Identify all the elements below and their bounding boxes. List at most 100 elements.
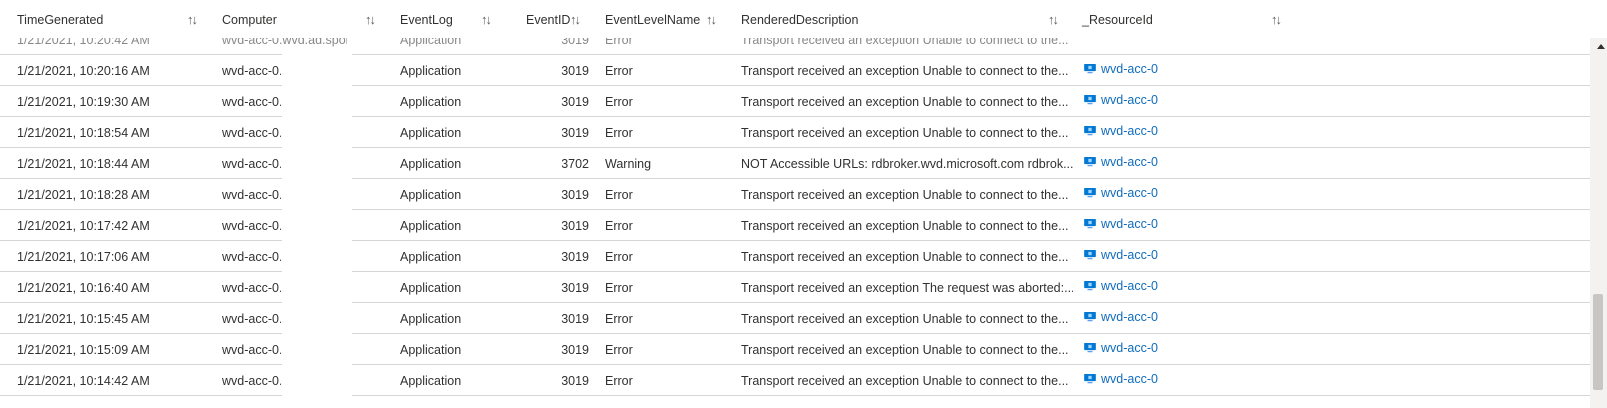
cell-eventlog: Application xyxy=(400,38,462,47)
cell-computer: wvd-acc-0. xyxy=(222,126,281,140)
cell-timegenerated: 1/21/2021, 10:18:44 AM xyxy=(17,157,150,171)
cell-eventlevelname: Warning xyxy=(605,157,652,171)
resource-link[interactable]: wvd-acc-0 xyxy=(1101,270,1221,301)
cell-computer: wvd-acc-0. xyxy=(222,219,281,233)
cell-eventlevelname: Error xyxy=(605,312,633,326)
cell-eventlevelname: Error xyxy=(605,188,633,202)
virtual-machine-icon xyxy=(1084,157,1096,167)
table-row[interactable]: 1/21/2021, 10:17:06 AM wvd-acc-0. Applicat… xyxy=(0,241,1590,272)
cell-rendereddescription: Transport received an exception The requ… xyxy=(741,281,1073,295)
cell-eventlevelname: Error xyxy=(605,38,633,47)
sort-arrows-icon[interactable]: ↑↓ xyxy=(365,12,376,27)
scrollbar-thumb[interactable] xyxy=(1593,294,1603,390)
cell-eventlevelname: Error xyxy=(605,219,633,233)
table-row[interactable]: 1/21/2021, 10:20:16 AM wvd-acc-0. Applicat… xyxy=(0,55,1590,86)
sort-arrows-icon[interactable]: ↑↓ xyxy=(1048,12,1059,27)
row-divider xyxy=(0,395,282,396)
cell-eventlog: Application xyxy=(400,126,462,140)
column-header-resourceid[interactable]: _ResourceId xyxy=(1082,0,1153,38)
cell-eventlog: Application xyxy=(400,219,462,233)
virtual-machine-icon xyxy=(1084,281,1096,291)
table-row[interactable]: 1/21/2021, 10:16:40 AM wvd-acc-0. Applicat… xyxy=(0,272,1590,303)
table-row[interactable]: 1/21/2021, 10:18:44 AM wvd-acc-0. Applicat… xyxy=(0,148,1590,179)
cell-eventlevelname: Error xyxy=(605,250,633,264)
sort-arrows-icon[interactable]: ↑↓ xyxy=(1271,12,1282,27)
cell-eventlevelname: Error xyxy=(605,95,633,109)
table-row-partial[interactable]: 1/21/2021, 10:20:42 AM wvd-acc-0.wvd.ad.… xyxy=(0,38,1590,55)
cell-eventid: 3019 xyxy=(561,281,589,295)
cell-computer: wvd-acc-0.wvd.ad.sport xyxy=(222,38,347,47)
cell-timegenerated: 1/21/2021, 10:18:54 AM xyxy=(17,126,150,140)
cell-eventid: 3019 xyxy=(561,343,589,357)
resource-link[interactable]: wvd-acc-0 xyxy=(1101,301,1221,332)
sort-arrows-icon[interactable]: ↑↓ xyxy=(187,12,198,27)
cell-eventid: 3019 xyxy=(561,188,589,202)
cell-eventlog: Application xyxy=(400,312,462,326)
resource-link[interactable]: wvd-acc-0 xyxy=(1101,208,1221,239)
cell-timegenerated: 1/21/2021, 10:18:28 AM xyxy=(17,188,150,202)
table-row[interactable]: 1/21/2021, 10:18:54 AM wvd-acc-0. Applicat… xyxy=(0,117,1590,148)
cell-eventlevelname: Error xyxy=(605,64,633,78)
resource-link[interactable]: wvd-acc-0 xyxy=(1101,363,1221,394)
cell-computer: wvd-acc-0. xyxy=(222,374,281,388)
cell-eventlog: Application xyxy=(400,281,462,295)
resource-link[interactable]: wvd-acc-0 xyxy=(1101,115,1221,146)
cell-rendereddescription: Transport received an exception Unable t… xyxy=(741,126,1069,140)
cell-eventlog: Application xyxy=(400,343,462,357)
results-grid: TimeGenerated ↑↓ Computer ↑↓ EventLog ↑↓… xyxy=(0,0,1590,408)
cell-eventlog: Application xyxy=(400,250,462,264)
sort-arrows-icon[interactable]: ↑↓ xyxy=(706,12,717,27)
cell-eventid: 3019 xyxy=(561,219,589,233)
table-row[interactable]: 1/21/2021, 10:15:09 AM wvd-acc-0. Applicat… xyxy=(0,334,1590,365)
column-header-timegenerated[interactable]: TimeGenerated xyxy=(17,0,103,38)
cell-eventid: 3702 xyxy=(561,157,589,171)
cell-eventlevelname: Error xyxy=(605,126,633,140)
column-header-computer[interactable]: Computer xyxy=(222,0,277,38)
cell-eventlog: Application xyxy=(400,188,462,202)
table-row[interactable]: 1/21/2021, 10:17:42 AM wvd-acc-0. Applicat… xyxy=(0,210,1590,241)
column-header-eventlog[interactable]: EventLog xyxy=(400,0,453,38)
resource-link[interactable]: wvd-acc-0 xyxy=(1101,177,1221,208)
cell-eventlevelname: Error xyxy=(605,281,633,295)
resource-link[interactable]: wvd-acc-0 xyxy=(1101,53,1221,84)
cell-eventlevelname: Error xyxy=(605,374,633,388)
cell-rendereddescription: NOT Accessible URLs: rdbroker.wvd.micros… xyxy=(741,157,1073,171)
cell-eventid: 3019 xyxy=(561,64,589,78)
cell-rendereddescription: Transport received an exception Unable t… xyxy=(741,64,1069,78)
cell-rendereddescription: Transport received an exception Unable t… xyxy=(741,219,1069,233)
cell-eventlevelname: Error xyxy=(605,343,633,357)
column-header-rendereddescription[interactable]: RenderedDescription xyxy=(741,0,858,38)
virtual-machine-icon xyxy=(1084,64,1096,74)
grid-header: TimeGenerated ↑↓ Computer ↑↓ EventLog ↑↓… xyxy=(0,0,1590,38)
sort-arrows-icon[interactable]: ↑↓ xyxy=(570,12,581,27)
resource-link[interactable]: wvd-acc-0 xyxy=(1101,146,1221,177)
cell-computer: wvd-acc-0. xyxy=(222,95,281,109)
cell-computer: wvd-acc-0. xyxy=(222,250,281,264)
cell-rendereddescription: Transport received an exception Unable t… xyxy=(741,374,1069,388)
virtual-machine-icon xyxy=(1084,219,1096,229)
cell-rendereddescription: Transport received an exception Unable t… xyxy=(741,38,1069,47)
cell-computer: wvd-acc-0. xyxy=(222,64,281,78)
cell-eventid: 3019 xyxy=(561,250,589,264)
cell-timegenerated: 1/21/2021, 10:16:40 AM xyxy=(17,281,150,295)
cell-timegenerated: 1/21/2021, 10:17:06 AM xyxy=(17,250,150,264)
chevron-up-icon[interactable] xyxy=(1597,44,1605,49)
cell-timegenerated: 1/21/2021, 10:19:30 AM xyxy=(17,95,150,109)
cell-eventlog: Application xyxy=(400,374,462,388)
column-header-eventlevelname[interactable]: EventLevelName xyxy=(605,0,700,38)
cell-timegenerated: 1/21/2021, 10:17:42 AM xyxy=(17,219,150,233)
table-row[interactable]: 1/21/2021, 10:19:30 AM wvd-acc-0. Applicat… xyxy=(0,86,1590,117)
column-header-eventid[interactable]: EventID xyxy=(526,0,570,38)
virtual-machine-icon xyxy=(1084,126,1096,136)
resource-link[interactable]: wvd-acc-0 xyxy=(1101,84,1221,115)
cell-computer: wvd-acc-0. xyxy=(222,343,281,357)
cell-rendereddescription: Transport received an exception Unable t… xyxy=(741,343,1069,357)
table-row[interactable]: 1/21/2021, 10:15:45 AM wvd-acc-0. Applicat… xyxy=(0,303,1590,334)
resource-link[interactable]: wvd-acc-0 xyxy=(1101,332,1221,363)
table-row[interactable]: 1/21/2021, 10:18:28 AM wvd-acc-0. Applicat… xyxy=(0,179,1590,210)
virtual-machine-icon xyxy=(1084,312,1096,322)
table-row[interactable]: 1/21/2021, 10:14:42 AM wvd-acc-0. Applicat… xyxy=(0,365,1590,396)
cell-computer: wvd-acc-0. xyxy=(222,281,281,295)
resource-link[interactable]: wvd-acc-0 xyxy=(1101,239,1221,270)
sort-arrows-icon[interactable]: ↑↓ xyxy=(481,12,492,27)
